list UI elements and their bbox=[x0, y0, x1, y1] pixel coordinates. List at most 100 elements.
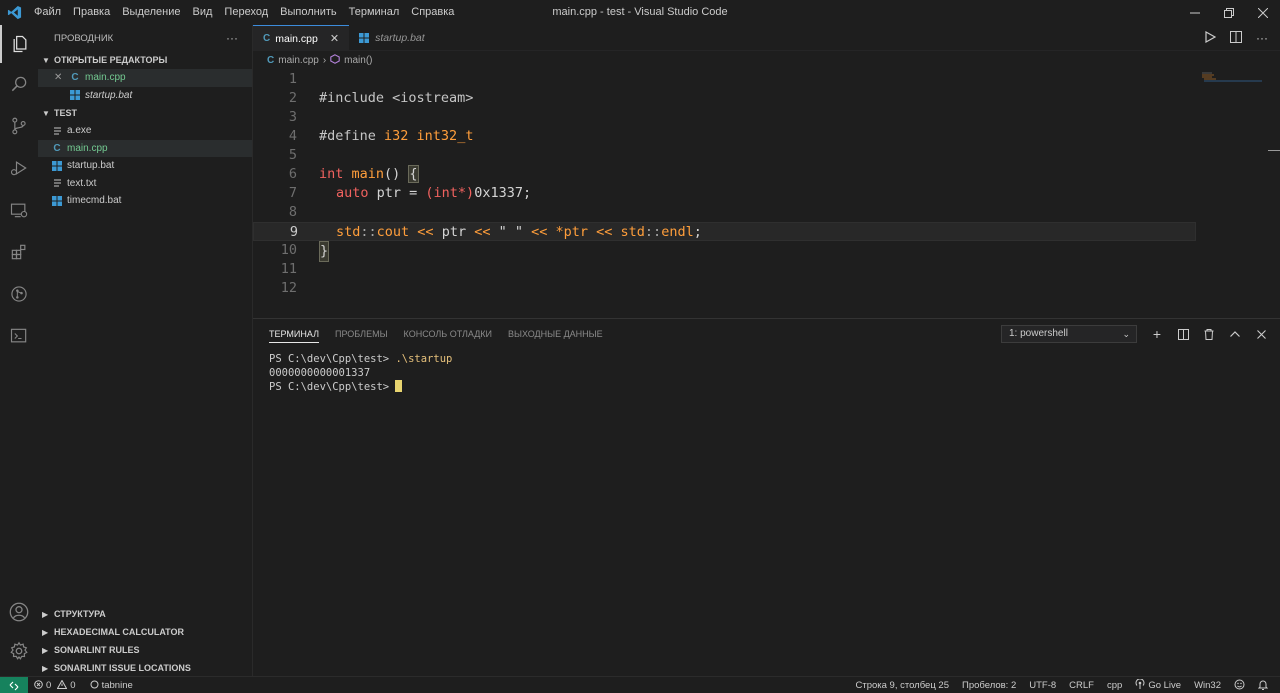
close-window-button[interactable] bbox=[1246, 0, 1280, 25]
code-line-current: 9 std::cout << ptr << " " << *ptr << std:… bbox=[253, 222, 1196, 241]
menu-run[interactable]: Выполнить bbox=[274, 0, 342, 25]
open-editor-startup-bat[interactable]: startup.bat bbox=[38, 87, 252, 105]
terminal-cursor bbox=[395, 380, 403, 392]
close-icon[interactable]: ✕ bbox=[330, 32, 339, 45]
settings-gear-icon[interactable] bbox=[0, 632, 38, 670]
code-token: *ptr bbox=[555, 224, 589, 240]
tab-main-cpp[interactable]: C main.cpp ✕ bbox=[253, 25, 350, 51]
file-label: a.exe bbox=[67, 125, 92, 137]
menu-terminal[interactable]: Терминал bbox=[343, 0, 406, 25]
platform[interactable]: Win32 bbox=[1194, 680, 1221, 691]
code-token: (int*) bbox=[425, 185, 475, 201]
tab-label: startup.bat bbox=[375, 32, 425, 44]
broadcast-icon bbox=[1135, 678, 1145, 692]
open-editors-section[interactable]: ▼ ОТКРЫТЫЕ РЕДАКТОРЫ bbox=[38, 51, 252, 69]
code-token: { bbox=[408, 165, 419, 183]
cursor-position[interactable]: Строка 9, столбец 25 bbox=[855, 680, 949, 691]
close-panel-icon[interactable] bbox=[1255, 327, 1267, 341]
tab-terminal[interactable]: ТЕРМИНАЛ bbox=[269, 325, 319, 343]
problems-indicator[interactable]: 0 0 bbox=[34, 678, 76, 692]
indentation[interactable]: Пробелов: 2 bbox=[962, 680, 1016, 691]
terminal-select-value: 1: powershell bbox=[1009, 328, 1068, 339]
sonarlint-rules-section[interactable]: ▶ SONARLINT RULES bbox=[38, 641, 253, 659]
menu-help[interactable]: Справка bbox=[405, 0, 460, 25]
line-number: 7 bbox=[288, 185, 297, 201]
tabnine-indicator[interactable]: tabnine bbox=[90, 680, 133, 692]
sonarlint-issues-section[interactable]: ▶ SONARLINT ISSUE LOCATIONS bbox=[38, 659, 253, 677]
terminal-select[interactable]: 1: powershell ⌄ bbox=[1001, 325, 1137, 343]
git-graph-icon[interactable] bbox=[0, 275, 38, 313]
minimize-button[interactable] bbox=[1178, 0, 1212, 25]
restore-button[interactable] bbox=[1212, 0, 1246, 25]
file-startup-bat[interactable]: startup.bat bbox=[38, 157, 252, 175]
breadcrumb-file[interactable]: main.cpp bbox=[278, 55, 319, 66]
line-number: 10 bbox=[280, 242, 297, 258]
code-editor[interactable]: 1 2 #include <iostream> 3 4 #define i32 in… bbox=[253, 70, 1280, 318]
folder-test-section[interactable]: ▼ TEST bbox=[38, 104, 252, 122]
extensions-icon[interactable] bbox=[0, 233, 38, 271]
text-file-icon bbox=[50, 178, 64, 188]
hex-calculator-section[interactable]: ▶ HEXADECIMAL CALCULATOR bbox=[38, 623, 253, 641]
more-actions-icon[interactable]: ··· bbox=[226, 31, 238, 45]
code-text: std::cout << ptr << " " << *ptr << std::… bbox=[336, 223, 702, 242]
editor-tabs: C main.cpp ✕ startup.bat ··· bbox=[253, 25, 1280, 51]
run-debug-icon[interactable] bbox=[0, 149, 38, 187]
close-icon[interactable]: ✕ bbox=[54, 72, 68, 83]
source-control-icon[interactable] bbox=[0, 107, 38, 145]
language-mode[interactable]: cpp bbox=[1107, 680, 1122, 691]
file-timecmd-bat[interactable]: timecmd.bat bbox=[38, 192, 252, 210]
code-token: ; bbox=[693, 224, 702, 240]
remote-indicator-icon[interactable] bbox=[0, 677, 28, 693]
open-editors-label: ОТКРЫТЫЕ РЕДАКТОРЫ bbox=[54, 55, 168, 65]
file-text-txt[interactable]: text.txt bbox=[38, 175, 252, 193]
more-actions-icon[interactable]: ··· bbox=[1256, 31, 1268, 45]
feedback-icon[interactable] bbox=[1234, 679, 1245, 693]
kill-terminal-trash-icon[interactable] bbox=[1203, 327, 1215, 341]
menu-go[interactable]: Переход bbox=[218, 0, 274, 25]
explorer-icon[interactable] bbox=[0, 25, 38, 63]
menu-view[interactable]: Вид bbox=[187, 0, 219, 25]
code-token: i32 bbox=[384, 128, 409, 144]
remote-explorer-icon[interactable] bbox=[0, 191, 38, 229]
cpp-file-icon: C bbox=[263, 33, 271, 44]
code-token: :: bbox=[360, 224, 377, 240]
encoding[interactable]: UTF-8 bbox=[1029, 680, 1056, 691]
outline-section[interactable]: ▶ СТРУКТУРА bbox=[38, 605, 253, 623]
file-a-exe[interactable]: a.exe bbox=[38, 122, 252, 140]
section-label: СТРУКТУРА bbox=[54, 609, 106, 619]
menu-bar: Файл Правка Выделение Вид Переход Выполн… bbox=[28, 0, 460, 25]
tab-debug-console[interactable]: КОНСОЛЬ ОТЛАДКИ bbox=[404, 329, 492, 339]
search-icon[interactable] bbox=[0, 65, 38, 103]
terminal-command: .\startup bbox=[395, 353, 453, 365]
code-token: ; bbox=[522, 185, 532, 201]
warning-icon bbox=[56, 678, 68, 692]
tab-output[interactable]: ВЫХОДНЫЕ ДАННЫЕ bbox=[508, 329, 603, 339]
tab-problems[interactable]: ПРОБЛЕМЫ bbox=[335, 329, 388, 339]
tab-startup-bat[interactable]: startup.bat bbox=[349, 25, 435, 51]
windows-file-icon bbox=[50, 160, 64, 171]
minimap[interactable] bbox=[1202, 72, 1268, 82]
notifications-bell-icon[interactable] bbox=[1257, 679, 1269, 693]
tab-label: main.cpp bbox=[275, 32, 318, 45]
breadcrumb-symbol[interactable]: main() bbox=[344, 55, 372, 66]
terminal-output[interactable]: PS C:\dev\Cpp\test> .\startup 0000000000… bbox=[269, 353, 452, 395]
new-terminal-icon[interactable]: + bbox=[1151, 326, 1163, 342]
end-of-line[interactable]: CRLF bbox=[1069, 680, 1094, 691]
split-terminal-icon[interactable] bbox=[1177, 327, 1189, 341]
run-play-icon[interactable] bbox=[1205, 30, 1217, 46]
split-editor-icon[interactable] bbox=[1230, 30, 1242, 46]
file-main-cpp[interactable]: C main.cpp bbox=[38, 139, 252, 157]
code-text: auto ptr = (int*)0x1337; bbox=[336, 184, 531, 203]
menu-file[interactable]: Файл bbox=[28, 0, 67, 25]
code-line: 1 bbox=[253, 70, 1196, 89]
terminal-icon[interactable] bbox=[0, 317, 38, 355]
cpp-file-icon: C bbox=[71, 72, 79, 84]
line-number: 12 bbox=[280, 280, 297, 296]
account-icon[interactable] bbox=[0, 593, 38, 631]
chevron-down-icon: ▼ bbox=[42, 55, 50, 65]
menu-edit[interactable]: Правка bbox=[67, 0, 116, 25]
go-live-button[interactable]: Go Live bbox=[1135, 678, 1181, 692]
menu-selection[interactable]: Выделение bbox=[116, 0, 186, 25]
open-editor-main-cpp[interactable]: ✕ C main.cpp bbox=[38, 69, 252, 87]
maximize-panel-chevron-up-icon[interactable] bbox=[1229, 327, 1241, 341]
